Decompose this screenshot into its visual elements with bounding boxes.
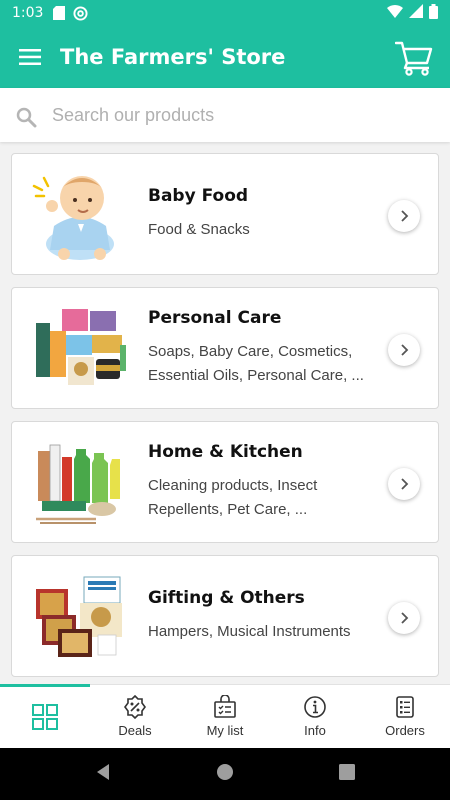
home-kitchen-image	[24, 432, 136, 532]
status-bar: 1:03	[0, 0, 450, 26]
app-bar: The Farmers' Store	[0, 26, 450, 88]
gifting-others-image	[24, 566, 136, 666]
cart-button[interactable]	[394, 38, 434, 78]
category-subtitle: Hampers, Musical Instruments	[148, 623, 351, 640]
category-title: Home & Kitchen	[148, 442, 303, 462]
category-subtitle: Soaps, Baby Care, Cosmetics, Essential O…	[148, 343, 364, 384]
category-title: Gifting & Others	[148, 588, 305, 608]
tab-my-list[interactable]: My list	[180, 685, 270, 748]
tab-label: Deals	[118, 723, 152, 738]
tab-label: Orders	[385, 723, 425, 738]
category-title: Personal Care	[148, 308, 282, 328]
sd-card-icon	[53, 6, 66, 20]
category-card-personal-care[interactable]: Personal Care Soaps, Baby Care, Cosmetic…	[11, 287, 439, 409]
personal-care-image	[24, 298, 136, 398]
category-title: Baby Food	[148, 186, 249, 206]
orders-icon	[396, 696, 414, 718]
signal-icon	[409, 4, 423, 22]
status-time: 1:03	[12, 5, 44, 21]
search-bar	[0, 88, 450, 142]
hamburger-icon	[19, 49, 41, 65]
tab-deals[interactable]: Deals	[90, 685, 180, 748]
discount-badge-icon	[124, 695, 146, 719]
home-icon[interactable]	[216, 763, 234, 786]
category-list: Baby Food Food & Snacks Personal Care So…	[0, 142, 450, 684]
battery-icon	[429, 3, 438, 23]
tab-label: My list	[206, 723, 244, 738]
baby-food-image	[24, 164, 136, 264]
info-icon	[304, 696, 326, 718]
bottom-tab-bar: Deals My list Info Orders	[0, 684, 450, 748]
tab-orders[interactable]: Orders	[360, 685, 450, 748]
shopping-list-icon	[214, 695, 236, 718]
chevron-right-icon[interactable]	[388, 468, 420, 500]
tab-categories[interactable]	[0, 684, 90, 748]
tab-info[interactable]: Info	[270, 685, 360, 748]
category-card-home-kitchen[interactable]: Home & Kitchen Cleaning products, Insect…	[11, 421, 439, 543]
chevron-right-icon[interactable]	[388, 602, 420, 634]
category-card-gifting-others[interactable]: Gifting & Others Hampers, Musical Instru…	[11, 555, 439, 677]
tab-label: Info	[304, 723, 326, 738]
app-title: The Farmers' Store	[60, 45, 286, 69]
category-card-baby-food[interactable]: Baby Food Food & Snacks	[11, 153, 439, 275]
cart-icon	[395, 41, 433, 76]
at-sign-icon	[73, 5, 88, 21]
menu-button[interactable]	[0, 26, 60, 88]
grid-icon	[32, 703, 58, 730]
chevron-right-icon[interactable]	[388, 200, 420, 232]
wifi-icon	[387, 4, 403, 22]
search-icon	[0, 102, 52, 128]
back-icon[interactable]	[95, 763, 111, 786]
search-input[interactable]	[52, 104, 392, 126]
category-subtitle: Cleaning products, Insect Repellents, Pe…	[148, 477, 318, 518]
chevron-right-icon[interactable]	[388, 334, 420, 366]
recents-icon[interactable]	[339, 763, 355, 785]
category-subtitle: Food & Snacks	[148, 221, 250, 238]
system-nav-bar	[0, 748, 450, 800]
